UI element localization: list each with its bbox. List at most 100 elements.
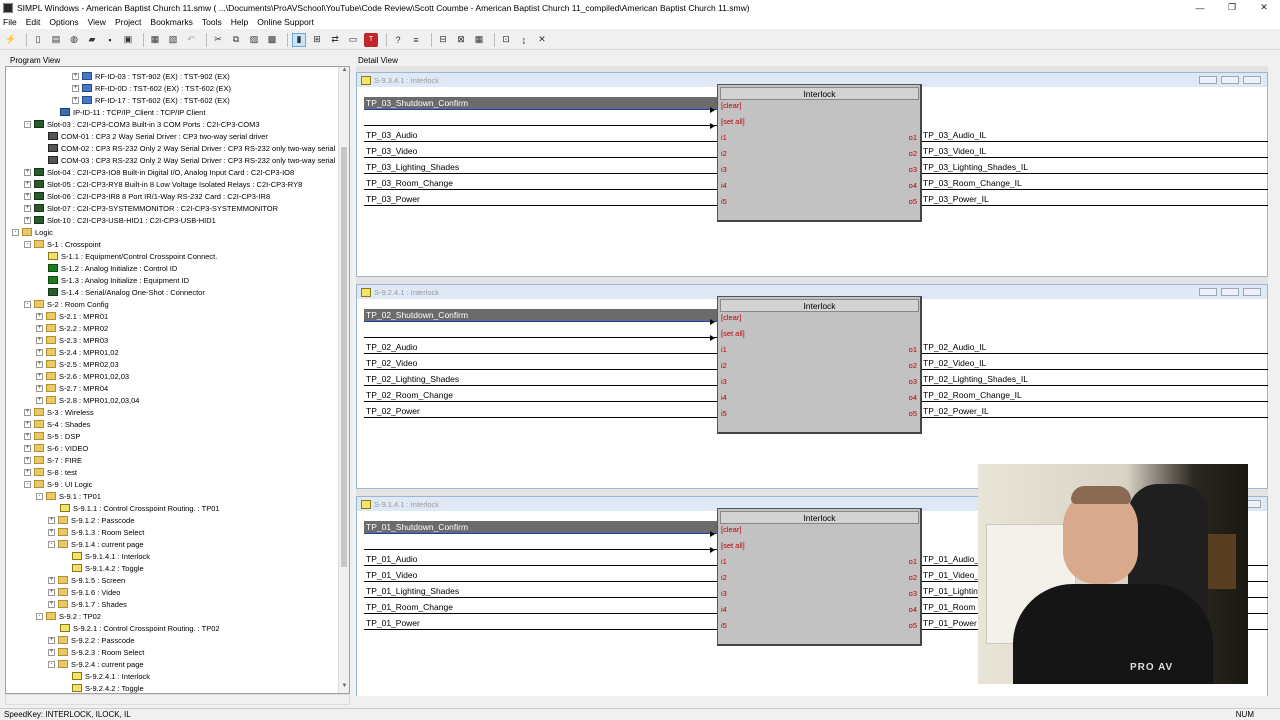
input-signal[interactable]: TP_02_Video [364, 357, 717, 370]
expand-icon[interactable]: + [48, 600, 55, 608]
expand-icon[interactable]: + [72, 72, 79, 80]
collapse-icon[interactable]: - [24, 300, 31, 308]
tree-item[interactable]: + S-9.2.2 : Passcode [48, 634, 134, 646]
collapse-icon[interactable]: - [48, 660, 55, 668]
expand-icon[interactable]: + [48, 516, 55, 524]
collapse-icon[interactable]: - [24, 240, 31, 248]
close-all-icon[interactable]: ✕ [535, 33, 549, 47]
menu-file[interactable]: File [3, 17, 17, 27]
collapse-icon[interactable]: - [12, 228, 19, 236]
program-horizontal-scrollbar[interactable] [5, 694, 350, 705]
close-button[interactable]: ✕ [1248, 0, 1280, 15]
tree-item[interactable]: + S-9.1.5 : Screen [48, 574, 125, 586]
tree-item[interactable]: - Slot-03 : C2I-CP3-COM3 Built-in 3 COM P… [24, 118, 260, 130]
tree-item[interactable]: + S-2.8 : MPR01,02,03,04 [36, 394, 139, 406]
input-signal[interactable]: TP_03_Lighting_Shades [364, 161, 717, 174]
tree-item[interactable]: + S-2.4 : MPR01,02 [36, 346, 119, 358]
expand-icon[interactable]: + [72, 96, 79, 104]
tree-item[interactable]: + S-9.1.6 : Video [48, 586, 120, 598]
paste-icon[interactable]: ▨ [247, 33, 261, 47]
expand-icon[interactable]: + [24, 180, 31, 188]
new-program-icon[interactable]: ▤ [49, 33, 63, 47]
expand-icon[interactable]: + [24, 420, 31, 428]
tree-item[interactable]: S-9.1.1 : Control Crosspoint Routing. : … [60, 502, 220, 514]
tree-item[interactable]: + Slot-07 : C2I-CP3-SYSTEMMONITOR : C2I-C… [24, 202, 278, 214]
output-signal[interactable]: TP_02_Room_Change_IL [922, 389, 1269, 402]
compile-icon[interactable]: ▭ [346, 33, 360, 47]
tree-item[interactable]: + RF-ID-03 : TST-902 (EX) : TST-902 (EX) [72, 70, 230, 82]
tree-item[interactable]: + S-2.6 : MPR01,02,03 [36, 370, 129, 382]
tree-item[interactable]: + Slot-04 : C2I-CP3-IO8 Built-in Digital … [24, 166, 294, 178]
input-signal[interactable]: TP_01_Audio [364, 553, 717, 566]
collapse-icon[interactable]: - [24, 480, 31, 488]
expand-icon[interactable]: + [72, 84, 79, 92]
symbol-window-minimize-button[interactable] [1199, 76, 1217, 84]
menu-view[interactable]: View [88, 17, 106, 27]
tree-item[interactable]: + S-2.5 : MPR02,03 [36, 358, 119, 370]
symbol-window-maximize-button[interactable] [1221, 76, 1239, 84]
delete-icon[interactable]: ▩ [265, 33, 279, 47]
tree-item[interactable]: + Slot-05 : C2I-CP3-RY8 Built-in 8 Low Vo… [24, 178, 302, 190]
menu-tools[interactable]: Tools [202, 17, 222, 27]
print-icon[interactable]: ▦ [148, 33, 162, 47]
transfer-icon[interactable]: T [364, 32, 378, 47]
pin-icon[interactable]: ↨ [517, 33, 531, 47]
detail-horizontal-scrollbar[interactable] [356, 696, 1268, 706]
expand-icon[interactable]: + [36, 360, 43, 368]
symbol-window-close-button[interactable] [1243, 76, 1261, 84]
menu-edit[interactable]: Edit [26, 17, 41, 27]
input-signal[interactable]: TP_01_Video [364, 569, 717, 582]
tree-item[interactable]: - S-2 : Room Config [24, 298, 109, 310]
input-signal[interactable]: TP_03_Video [364, 145, 717, 158]
grid-icon[interactable]: ▦ [472, 33, 486, 47]
tile-icon[interactable]: ⊟ [436, 33, 450, 47]
expand-icon[interactable]: + [36, 324, 43, 332]
tree-item[interactable]: COM-01 : CP3 2 Way Serial Driver : CP3 t… [48, 130, 268, 142]
tree-item[interactable]: - S-9.2 : TP02 [36, 610, 101, 622]
program-vertical-scrollbar[interactable]: ▲ ▼ [338, 67, 349, 693]
expand-icon[interactable]: + [24, 468, 31, 476]
symbol-window[interactable]: S-9.2.4.1 : Interlock TP_02_Shutdown_Conf… [356, 284, 1269, 489]
tree-item[interactable]: COM-02 : CP3 RS-232 Only 2 Way Serial Dr… [48, 142, 335, 154]
expand-icon[interactable]: + [36, 348, 43, 356]
tree-item[interactable]: S-1.4 : Serial/Analog One-Shot : Connect… [48, 286, 205, 298]
detail-vertical-scrollbar[interactable] [1268, 66, 1280, 696]
expand-icon[interactable]: + [36, 336, 43, 344]
tree-item[interactable]: + S-2.3 : MPR03 [36, 334, 108, 346]
detail-view-icon[interactable]: ⊞ [310, 33, 324, 47]
empty-signal-line[interactable] [364, 337, 717, 338]
scroll-up-icon[interactable]: ▲ [339, 67, 349, 77]
tree-item[interactable]: + S-6 : VIDEO [24, 442, 88, 454]
tree-item[interactable]: + S-7 : FIRE [24, 454, 82, 466]
input-signal[interactable]: TP_01_Shutdown_Confirm [364, 521, 717, 534]
input-signal[interactable]: TP_01_Lighting_Shades [364, 585, 717, 598]
collapse-icon[interactable]: - [36, 612, 43, 620]
tree-item[interactable]: - S-9.2.4 : current page [48, 658, 144, 670]
tree-item[interactable]: - S-9.1 : TP01 [36, 490, 101, 502]
expand-icon[interactable]: + [24, 456, 31, 464]
tree-item[interactable]: S-9.2.1 : Control Crosspoint Routing. : … [60, 622, 220, 634]
open-folder-icon[interactable]: ▰ [85, 33, 99, 47]
collapse-icon[interactable]: - [36, 492, 43, 500]
expand-icon[interactable]: + [48, 588, 55, 596]
tree-item[interactable]: + S-3 : Wireless [24, 406, 94, 418]
input-signal[interactable]: TP_03_Shutdown_Confirm [364, 97, 717, 110]
tree-item[interactable]: + S-9.1.2 : Passcode [48, 514, 134, 526]
expand-icon[interactable]: + [24, 216, 31, 224]
output-signal[interactable]: TP_03_Lighting_Shades_IL [922, 161, 1269, 174]
expand-icon[interactable]: + [24, 408, 31, 416]
symbol-window-minimize-button[interactable] [1199, 288, 1217, 296]
scroll-down-icon[interactable]: ▼ [339, 683, 349, 693]
menu-online-support[interactable]: Online Support [257, 17, 314, 27]
input-signal[interactable]: TP_03_Power [364, 193, 717, 206]
print-preview-icon[interactable]: ▧ [166, 33, 180, 47]
expand-icon[interactable]: + [48, 636, 55, 644]
window-icon[interactable]: ⊡ [499, 33, 513, 47]
symbol-help-icon[interactable]: ≡ [409, 33, 423, 47]
tree-item[interactable]: S-1.3 : Analog Initialize : Equipment ID [48, 274, 189, 286]
undo-icon[interactable]: ↶ [184, 33, 198, 47]
restore-button[interactable]: ❐ [1216, 0, 1248, 15]
interlock-block[interactable]: Interlock [clear] [set all] i1 i2 i3 i4 i5 o1 o2 o… [717, 84, 922, 222]
tree-item[interactable]: + S-4 : Shades [24, 418, 90, 430]
tree-item[interactable]: + S-5 : DSP [24, 430, 80, 442]
